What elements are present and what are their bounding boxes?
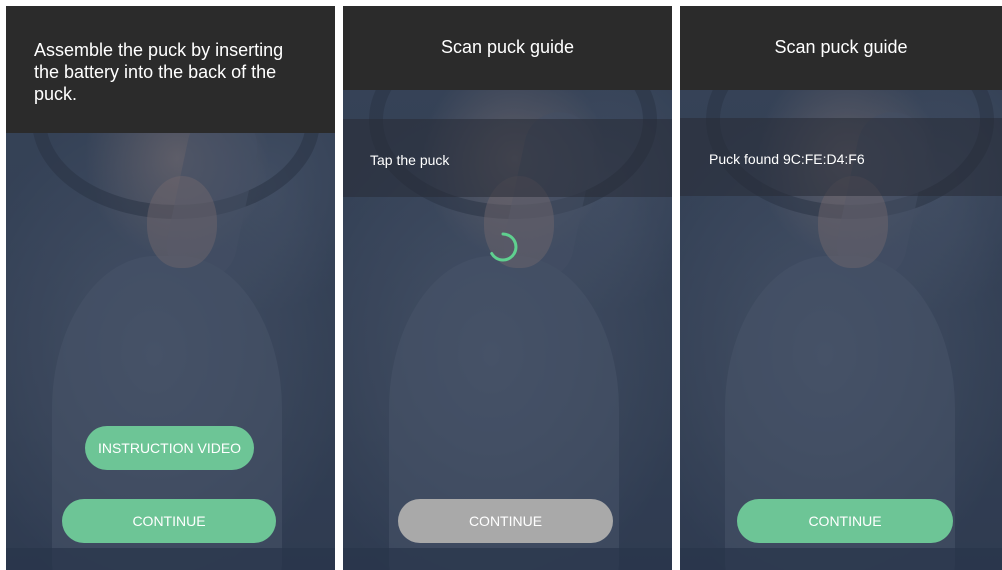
status-text: Puck found 9C:FE:D4:F6 <box>709 151 865 167</box>
page-title: Scan puck guide <box>774 37 908 57</box>
bottom-band <box>343 548 672 570</box>
header-bar: Assemble the puck by inserting the batte… <box>6 6 335 133</box>
status-band: Tap the puck <box>343 119 672 197</box>
background-overlay <box>343 6 672 570</box>
bottom-band <box>6 548 335 570</box>
status-text: Tap the puck <box>370 152 450 168</box>
screen-assemble-puck: Assemble the puck by inserting the batte… <box>6 6 335 570</box>
instruction-text: Assemble the puck by inserting the batte… <box>34 40 284 104</box>
continue-button[interactable]: CONTINUE <box>62 499 276 543</box>
continue-button[interactable]: CONTINUE <box>737 499 953 543</box>
screen-scan-puck-found: Scan puck guide Puck found 9C:FE:D4:F6 C… <box>680 6 1002 570</box>
instruction-video-button[interactable]: INSTRUCTION VIDEO <box>85 426 254 470</box>
status-band: Puck found 9C:FE:D4:F6 <box>680 118 1002 196</box>
background-overlay <box>680 6 1002 570</box>
continue-button[interactable]: CONTINUE <box>398 499 613 543</box>
header-bar: Scan puck guide <box>680 6 1002 90</box>
header-bar: Scan puck guide <box>343 6 672 90</box>
page-title: Scan puck guide <box>440 37 575 57</box>
screen-scan-puck-searching: Scan puck guide Tap the puck CONTINUE <box>343 6 672 570</box>
loading-spinner-icon <box>490 232 518 262</box>
bottom-band <box>680 548 1002 570</box>
